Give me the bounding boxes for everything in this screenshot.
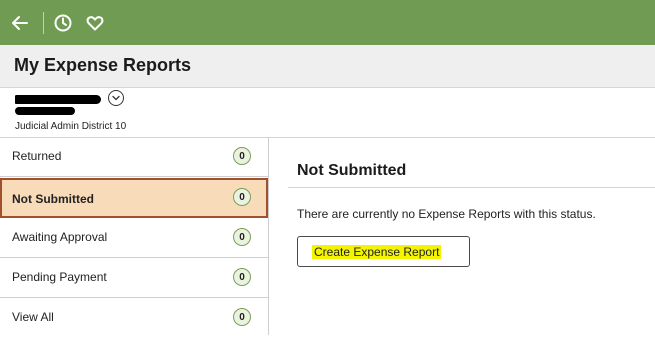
page-title: My Expense Reports: [14, 55, 192, 75]
sidebar-item-returned[interactable]: Returned 0: [0, 138, 268, 177]
sidebar-item-label: Returned: [12, 149, 62, 163]
sidebar-item-not-submitted[interactable]: Not Submitted 0: [0, 178, 268, 218]
create-button-label: Create Expense Report: [312, 245, 442, 259]
sidebar-item-label: View All: [12, 310, 54, 324]
chevron-down-icon[interactable]: [108, 90, 124, 106]
count-badge: 0: [233, 228, 251, 246]
create-expense-report-button[interactable]: Create Expense Report: [297, 236, 470, 267]
section-divider: [288, 187, 655, 188]
count-badge: 0: [233, 308, 251, 326]
back-arrow-icon[interactable]: [7, 10, 33, 36]
history-clock-icon[interactable]: [50, 10, 76, 36]
count-badge: 0: [233, 268, 251, 286]
empty-state-message: There are currently no Expense Reports w…: [297, 207, 596, 221]
sidebar-item-label: Awaiting Approval: [12, 230, 108, 244]
redacted-user-id: [15, 107, 75, 115]
section-heading: Not Submitted: [297, 162, 407, 179]
sidebar-item-view-all[interactable]: View All 0: [0, 299, 268, 338]
count-badge: 0: [233, 147, 251, 165]
header-divider: [43, 12, 44, 34]
count-badge: 0: [233, 188, 251, 206]
status-sidebar: Returned 0 Not Submitted 0 Awaiting Appr…: [0, 138, 268, 338]
sidebar-item-pending-payment[interactable]: Pending Payment 0: [0, 259, 268, 298]
sidebar-item-awaiting-approval[interactable]: Awaiting Approval 0: [0, 219, 268, 258]
page-title-bar: My Expense Reports: [0, 45, 655, 88]
sidebar-divider: [268, 138, 269, 335]
sidebar-item-label: Not Submitted: [12, 192, 94, 206]
district-label: Judicial Admin District 10: [15, 121, 127, 132]
top-banner: [0, 0, 655, 45]
favorites-heart-icon[interactable]: [82, 10, 108, 36]
sidebar-item-label: Pending Payment: [12, 270, 107, 284]
redacted-user-name: [15, 95, 101, 104]
